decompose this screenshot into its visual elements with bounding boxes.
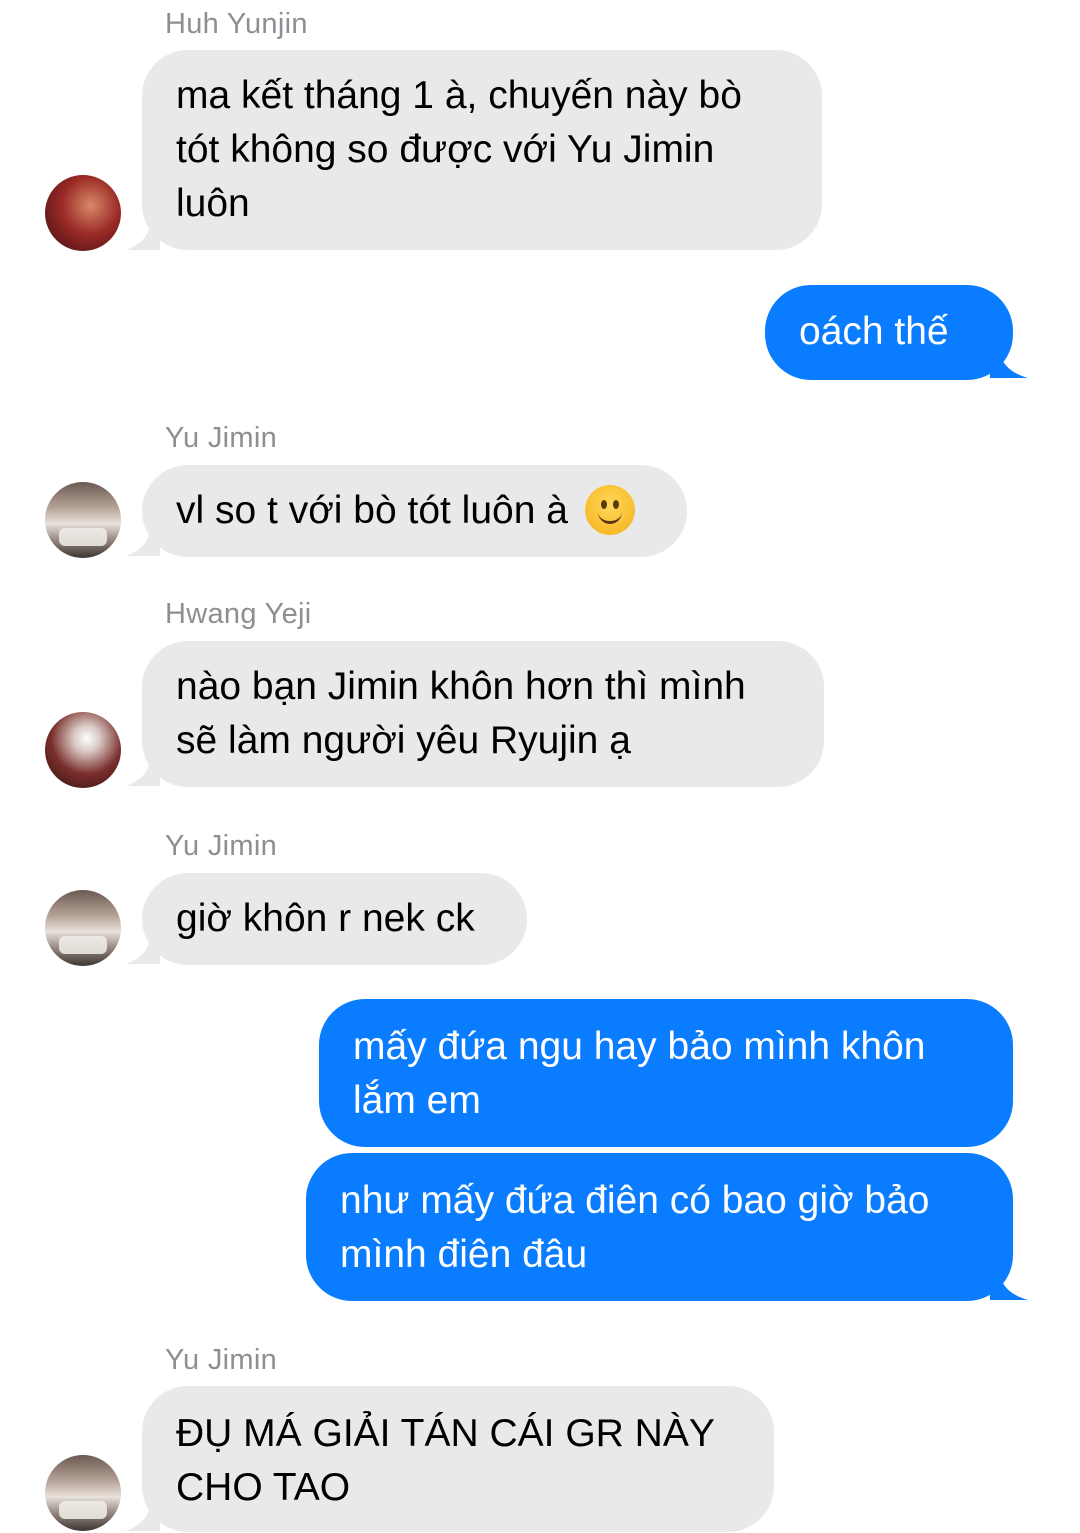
message-text: như mấy đứa điên có bao giờ bảo mình điê… <box>340 1179 930 1276</box>
message-bubble-incoming[interactable]: nào bạn Jimin khôn hơn thì mình sẽ làm n… <box>142 641 824 787</box>
sender-name: Yu Jimin <box>165 830 277 862</box>
message-bubble-outgoing[interactable]: như mấy đứa điên có bao giờ bảo mình điê… <box>306 1153 1013 1301</box>
avatar-hwang-yeji[interactable] <box>45 712 121 788</box>
message-bubble-incoming[interactable]: giờ khôn r nek ck <box>142 873 527 965</box>
avatar-yu-jimin[interactable] <box>45 890 121 966</box>
sender-name: Huh Yunjin <box>165 8 308 40</box>
message-text: giờ khôn r nek ck <box>176 897 475 940</box>
message-text: oách thế <box>799 310 949 353</box>
avatar-yu-jimin[interactable] <box>45 1455 121 1531</box>
message-text: ma kết tháng 1 à, chuyến này bò tót khôn… <box>176 74 742 225</box>
message-text: nào bạn Jimin khôn hơn thì mình sẽ làm n… <box>176 665 746 762</box>
sender-name: Yu Jimin <box>165 422 277 454</box>
message-text: mấy đứa ngu hay bảo mình khôn lắm em <box>353 1025 926 1122</box>
message-bubble-outgoing[interactable]: oách thế <box>765 285 1013 380</box>
sender-name: Hwang Yeji <box>165 598 312 630</box>
message-bubble-incoming[interactable]: ma kết tháng 1 à, chuyến này bò tót khôn… <box>142 50 822 250</box>
message-bubble-outgoing[interactable]: mấy đứa ngu hay bảo mình khôn lắm em <box>319 999 1013 1147</box>
message-bubble-incoming[interactable]: ĐỤ MÁ GIẢI TÁN CÁI GR NÀY CHO TAO <box>142 1386 774 1532</box>
slightly-smiling-face-icon <box>584 485 635 535</box>
message-text: ĐỤ MÁ GIẢI TÁN CÁI GR NÀY CHO TAO <box>176 1412 715 1509</box>
avatar-huh-yunjin[interactable] <box>45 175 121 251</box>
message-text: vl so t với bò tót luôn à <box>176 489 568 532</box>
sender-name: Yu Jimin <box>165 1344 277 1376</box>
message-bubble-incoming[interactable]: vl so t với bò tót luôn à <box>142 465 687 557</box>
avatar-yu-jimin[interactable] <box>45 482 121 558</box>
